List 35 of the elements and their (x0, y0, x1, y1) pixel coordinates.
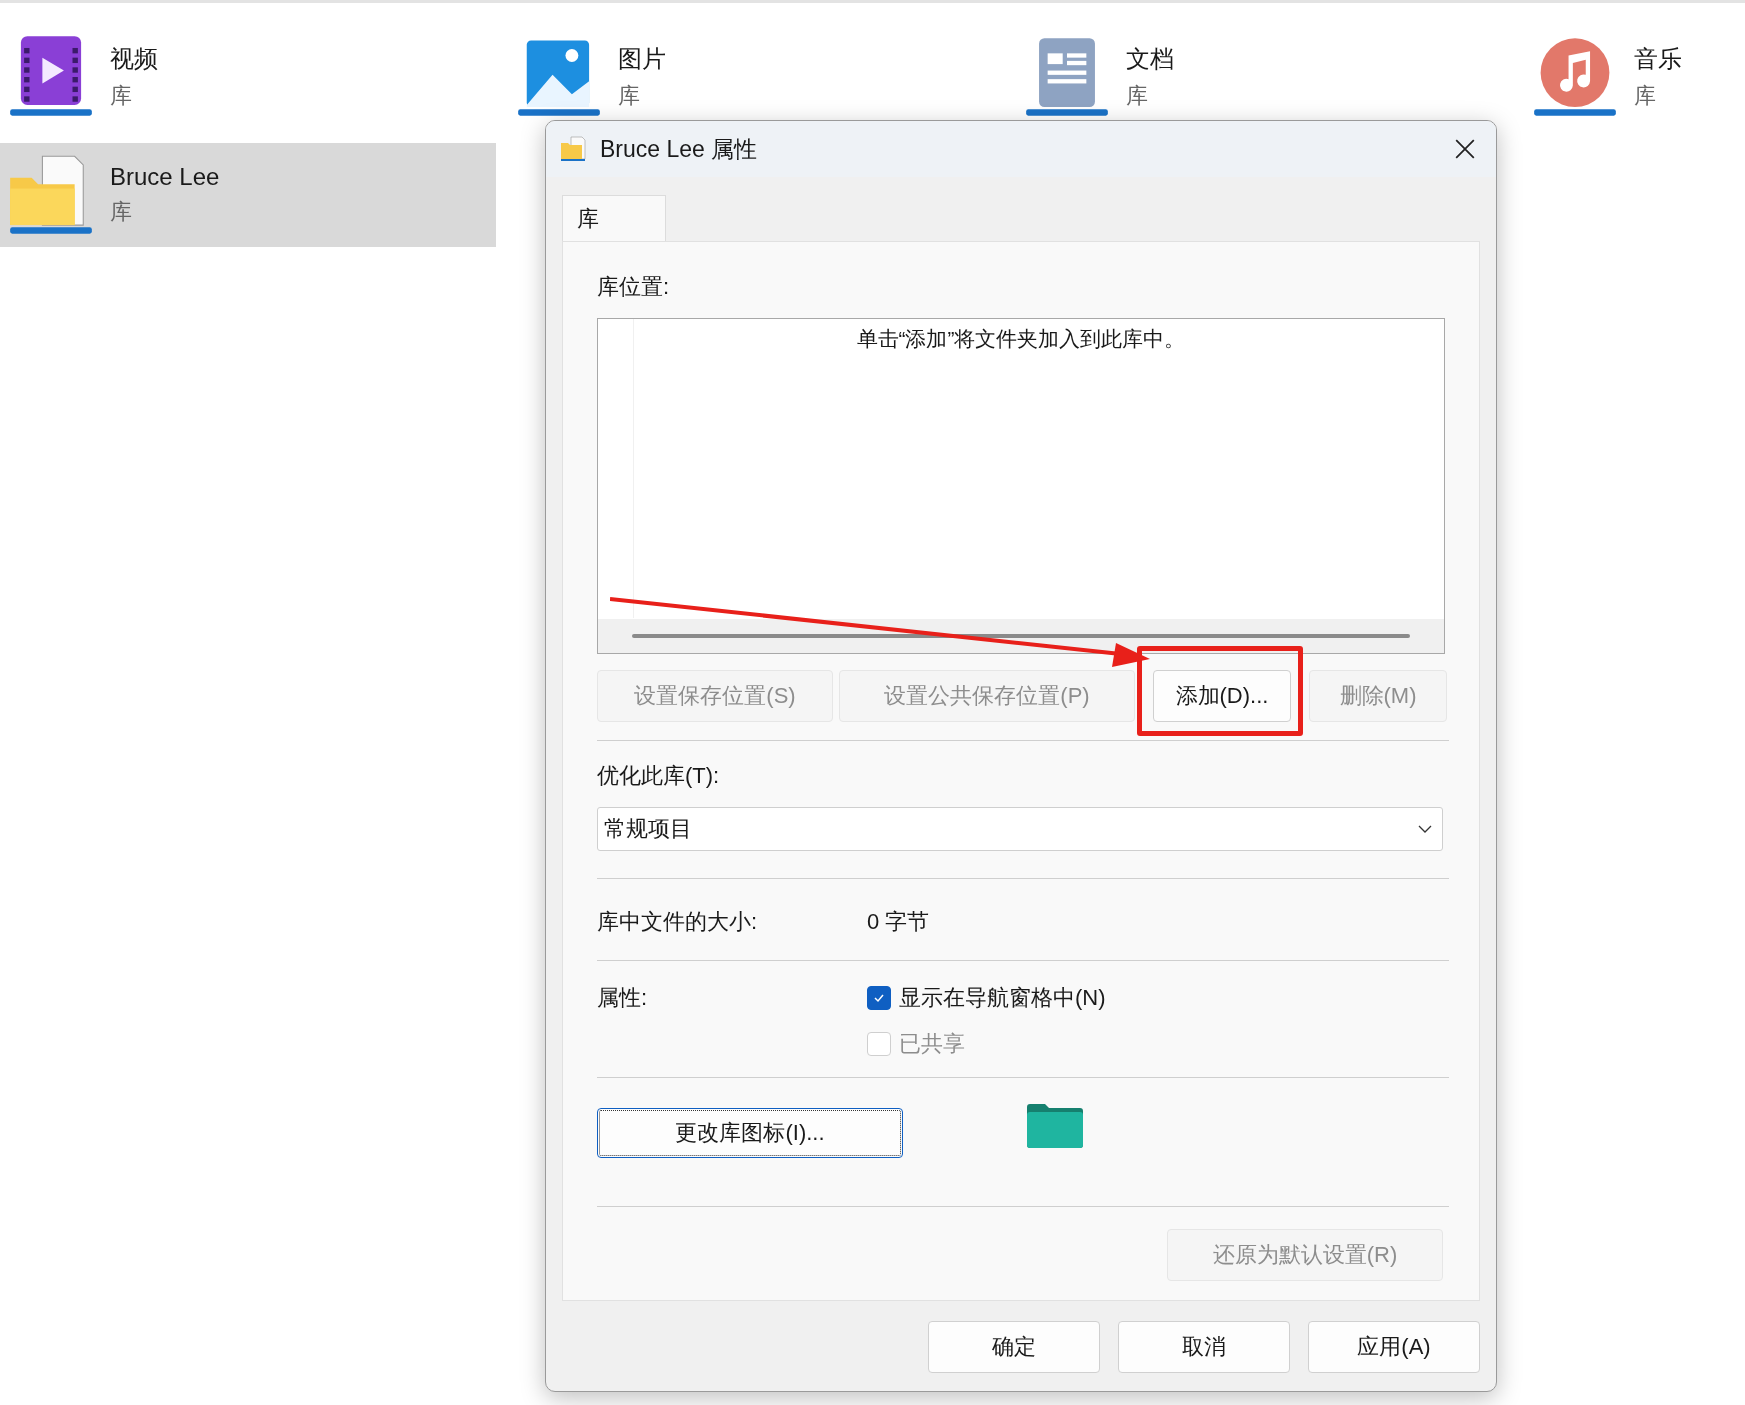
library-name: 文档 (1126, 44, 1174, 74)
library-type: 库 (110, 82, 133, 110)
folder-icon (560, 135, 588, 163)
close-icon[interactable] (1454, 138, 1476, 160)
change-icon-button[interactable]: 更改库图标(I)... (597, 1108, 903, 1158)
list-hint: 单击“添加”将文件夹加入到此库中。 (855, 326, 1187, 352)
library-type: 库 (110, 198, 133, 226)
library-tile[interactable]: 图片 库 (508, 25, 1004, 129)
dialog-button[interactable]: 取消 (1118, 1321, 1290, 1373)
size-value: 0 字节 (867, 908, 930, 936)
library-type: 库 (1634, 82, 1657, 110)
attributes-label: 属性: (597, 984, 649, 1012)
size-label: 库中文件的大小: (597, 908, 759, 936)
optimize-dropdown[interactable]: 常规项目 (597, 807, 1443, 851)
location-list[interactable]: 单击“添加”将文件夹加入到此库中。 (597, 318, 1445, 654)
library-tile[interactable]: 视频 库 (0, 25, 496, 129)
library-name: 音乐 (1634, 44, 1682, 74)
library-tile[interactable]: 文档 库 (1016, 25, 1512, 129)
folder-icon (1027, 1104, 1083, 1148)
library-name: Bruce Lee (110, 163, 220, 191)
caret-icon (1418, 825, 1432, 833)
dialog-button[interactable]: 应用(A) (1308, 1321, 1480, 1373)
library-tile[interactable]: Bruce Lee 库 (0, 143, 496, 247)
dialog-button[interactable]: 确定 (928, 1321, 1100, 1373)
library-type: 库 (618, 82, 641, 110)
tab[interactable]: 库 (562, 195, 666, 241)
library-type: 库 (1126, 82, 1149, 110)
window-title: Bruce Lee 属性 (600, 134, 759, 164)
optimize-label: 优化此库(T): (597, 762, 721, 790)
library-name: 图片 (618, 44, 666, 74)
location-label: 库位置: (597, 273, 671, 301)
library-tile[interactable]: 音乐 库 (1524, 25, 1745, 129)
checkbox[interactable]: 显示在导航窗格中(N) (867, 983, 1106, 1013)
library-name: 视频 (110, 44, 158, 74)
location-button[interactable]: 添加(D)... (1153, 670, 1291, 722)
